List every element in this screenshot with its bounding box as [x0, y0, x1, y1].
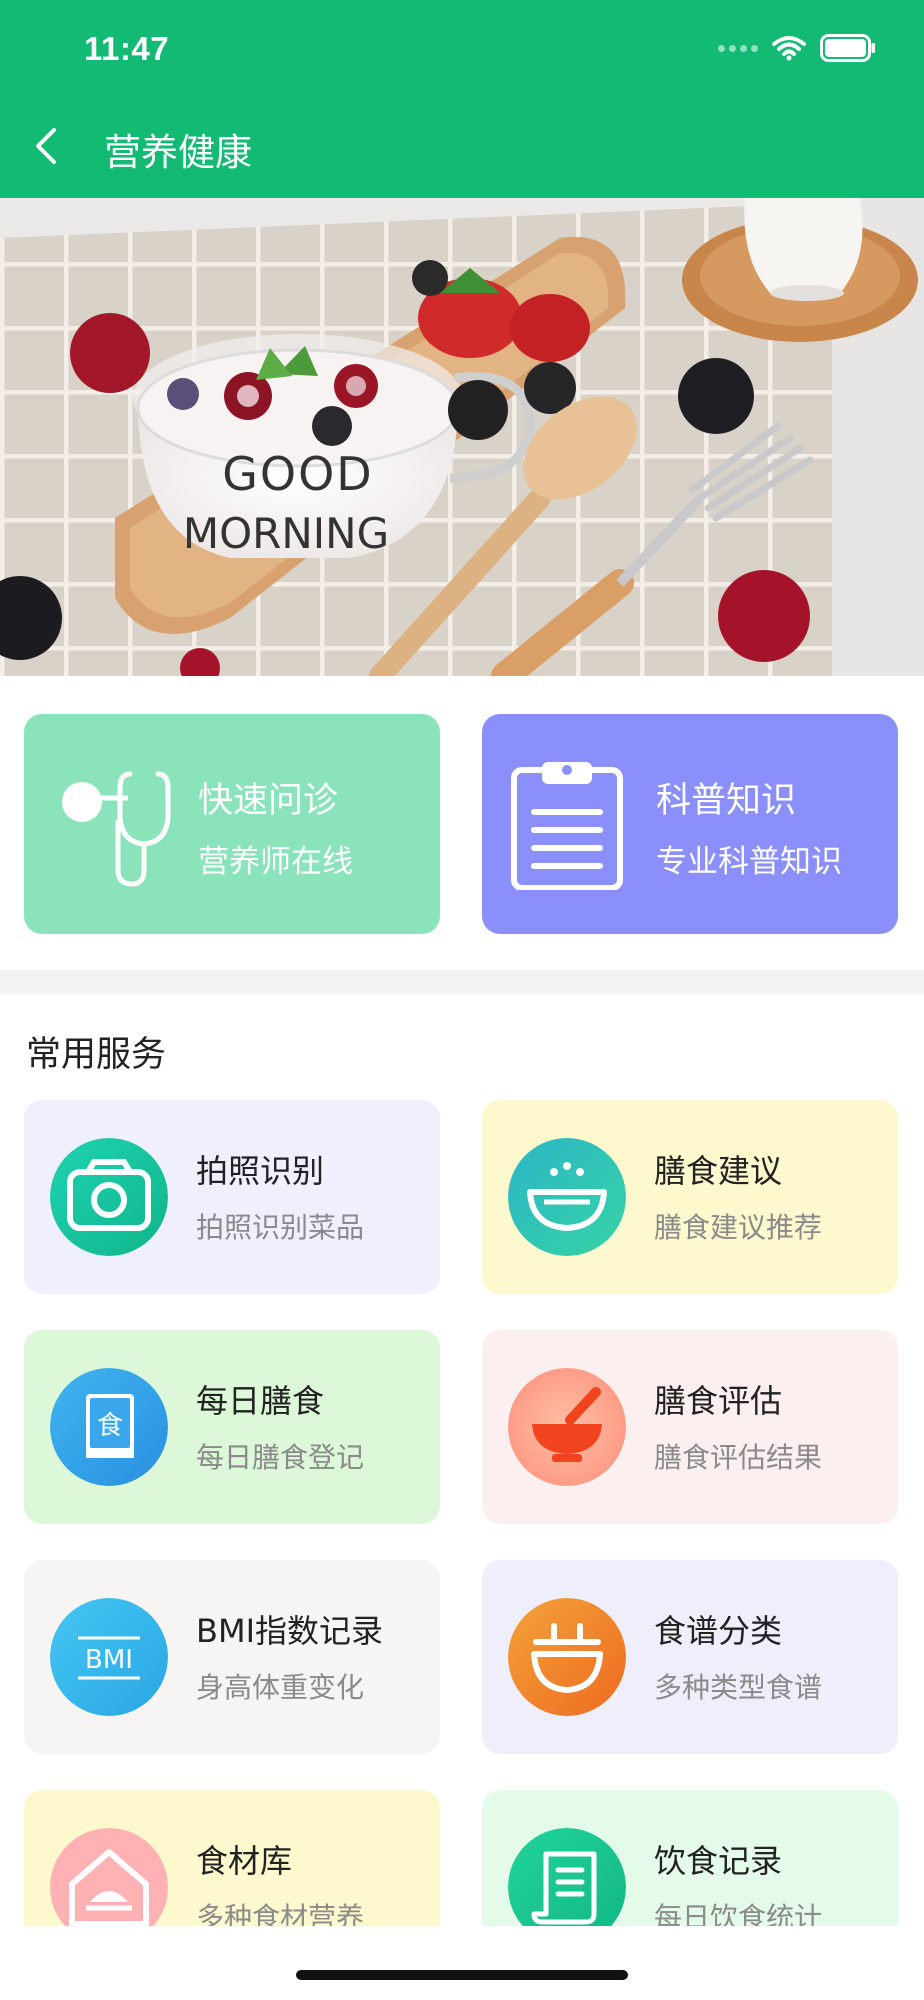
signal-icon [718, 44, 758, 52]
banner-image[interactable]: GOOD MORNING [0, 198, 924, 676]
banner-caption-good: GOOD [222, 447, 373, 501]
service-card-diet-advice[interactable]: 膳食建议 膳食建议推荐 [482, 1100, 898, 1294]
service-subtitle: 拍照识别菜品 [196, 1211, 365, 1244]
service-subtitle: 膳食评估结果 [654, 1441, 823, 1474]
recipe-pot-icon [508, 1598, 626, 1716]
clipboard-icon [511, 762, 623, 890]
service-subtitle: 多种类型食谱 [654, 1671, 823, 1704]
service-subtitle: 膳食建议推荐 [654, 1211, 823, 1244]
feature-card-consult[interactable]: 快速问诊 营养师在线 [24, 714, 440, 934]
service-title: 每日膳食 [196, 1382, 325, 1420]
status-icons [718, 34, 876, 62]
feature-subtitle: 营养师在线 [198, 844, 353, 880]
wifi-icon [772, 36, 806, 61]
service-card-daily-diet[interactable]: 食 每日膳食 每日膳食登记 [24, 1330, 440, 1524]
camera-icon [50, 1138, 168, 1256]
service-card-photo-recognition[interactable]: 拍照识别 拍照识别菜品 [24, 1100, 440, 1294]
service-card-diet-assessment[interactable]: 膳食评估 膳食评估结果 [482, 1330, 898, 1524]
bowl-icon [508, 1138, 626, 1256]
service-title: BMI指数记录 [196, 1612, 384, 1650]
bottom-safe-area [0, 1926, 924, 2000]
banner-caption-morning: MORNING [183, 509, 389, 558]
page-title: 营养健康 [104, 131, 252, 174]
screen: 11:47 营养健康 GOOD MORNING 快速问诊 营养师在线 科普知识 … [0, 0, 924, 2000]
feature-title: 科普知识 [656, 781, 797, 821]
feature-subtitle: 专业科普知识 [656, 844, 842, 880]
service-title: 拍照识别 [196, 1152, 325, 1190]
mortar-icon [508, 1368, 626, 1486]
service-subtitle: 身高体重变化 [196, 1671, 365, 1704]
service-title: 食材库 [196, 1842, 293, 1880]
service-card-bmi[interactable]: BMI BMI指数记录 身高体重变化 [24, 1560, 440, 1754]
service-title: 膳食建议 [654, 1152, 783, 1190]
bmi-glyph: BMI [85, 1645, 133, 1675]
back-button[interactable] [24, 118, 76, 174]
service-title: 膳食评估 [654, 1382, 783, 1420]
battery-icon [820, 34, 875, 62]
service-subtitle: 每日膳食登记 [196, 1441, 365, 1474]
service-title: 饮食记录 [654, 1842, 783, 1880]
food-book-icon: 食 [50, 1368, 168, 1486]
stethoscope-icon [62, 771, 171, 887]
home-indicator[interactable] [296, 1970, 628, 1980]
food-book-glyph: 食 [97, 1411, 123, 1441]
section-divider [0, 970, 924, 994]
app-header: 11:47 营养健康 [0, 0, 924, 198]
chevron-left-icon [36, 128, 56, 164]
section-title: 常用服务 [26, 1035, 167, 1075]
service-card-recipe-category[interactable]: 食谱分类 多种类型食谱 [482, 1560, 898, 1754]
feature-title: 快速问诊 [198, 781, 339, 821]
bmi-icon: BMI [50, 1598, 168, 1716]
service-title: 食谱分类 [654, 1612, 783, 1650]
feature-card-knowledge[interactable]: 科普知识 专业科普知识 [482, 714, 898, 934]
status-time: 11:47 [84, 30, 170, 67]
